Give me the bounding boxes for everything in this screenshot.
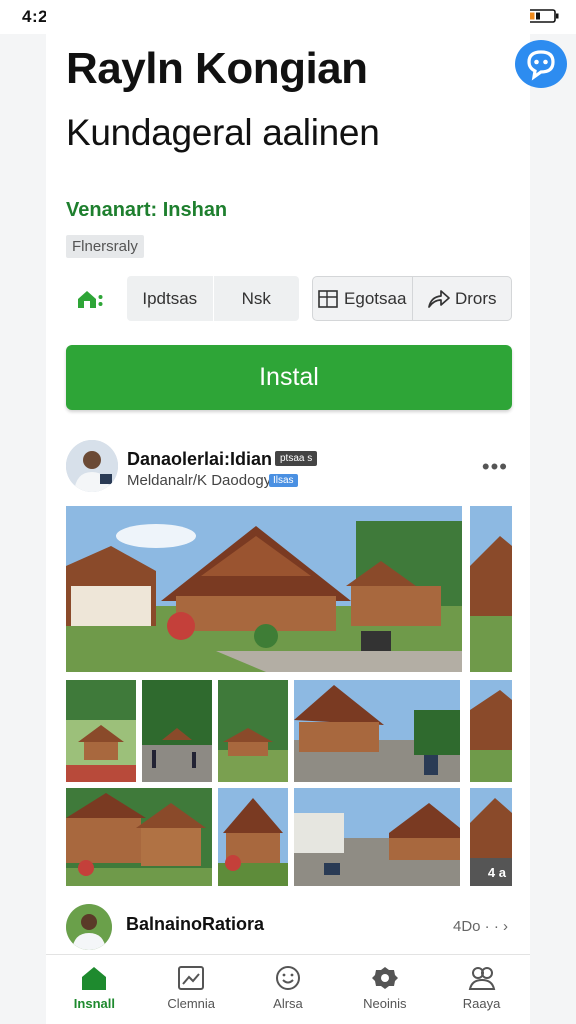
- tab-clemnia-label: Clemnia: [167, 995, 216, 1011]
- bottom-tab-bar: Insnall Clemnia Alrsa Neoinis Raaya: [46, 954, 530, 1020]
- post-header-2: BalnainoRatiora 4Do · · ›: [66, 904, 512, 954]
- segment-updates[interactable]: Ipdtsas: [127, 276, 213, 321]
- gallery-photo-row2-2[interactable]: [142, 680, 212, 782]
- category-chip[interactable]: Flnersraly: [66, 235, 144, 258]
- gallery-photo-row2-4[interactable]: [294, 680, 460, 782]
- photo-gallery: 4 a: [66, 506, 512, 886]
- grid-icon: [318, 289, 338, 308]
- author-badge: ptsaa s: [275, 451, 318, 466]
- gallery-photo-row3-3[interactable]: [294, 788, 460, 886]
- tab-alrsa-label: Alrsa: [273, 995, 303, 1011]
- gallery-photo-row3-1[interactable]: [66, 788, 212, 886]
- share-arrow-icon: [428, 289, 450, 308]
- gallery-photo-row2-1[interactable]: [66, 680, 136, 782]
- gallery-photo-side-2[interactable]: [470, 680, 512, 782]
- segment-group-right: Egotsaa Drors: [312, 276, 512, 321]
- segment-drors[interactable]: Drors: [411, 277, 512, 320]
- tab-clemnia[interactable]: Clemnia: [143, 955, 240, 1020]
- image-frame-icon: [178, 965, 205, 990]
- avatar-2[interactable]: [66, 904, 112, 950]
- segment-group-left: Ipdtsas Nsk: [127, 276, 299, 321]
- home-icon[interactable]: [76, 288, 104, 310]
- people-icon: [468, 966, 495, 990]
- gallery-photo-row3-2[interactable]: [218, 788, 288, 886]
- more-horizontal-icon[interactable]: •••: [482, 454, 508, 480]
- post-2-author[interactable]: BalnainoRatiora: [126, 914, 264, 935]
- tab-alrsa[interactable]: Alrsa: [240, 955, 337, 1020]
- post-subtitle: Meldanalr/K Daodogy: [127, 472, 272, 489]
- segment-drors-label: Drors: [454, 288, 497, 308]
- smile-circle-icon: [275, 965, 300, 990]
- post-author[interactable]: Danaolerlai:Idian: [127, 449, 272, 470]
- more-photos-count: 4 a: [487, 865, 506, 880]
- tab-neoinis[interactable]: Neoinis: [336, 955, 433, 1020]
- tab-neoinis-label: Neoinis: [363, 995, 407, 1011]
- gallery-photo-side-1[interactable]: [470, 506, 512, 672]
- app-title: Rayln Kongian: [66, 44, 368, 93]
- post-header: Danaolerlai:Idian ptsaa s Meldanalr/K Da…: [66, 440, 512, 494]
- avatar[interactable]: [66, 440, 118, 492]
- gallery-photo-row2-3[interactable]: [218, 680, 288, 782]
- assistant-button[interactable]: [515, 40, 567, 88]
- assistant-icon: [527, 50, 555, 81]
- settings-gear-icon: [371, 966, 398, 989]
- tab-install[interactable]: Insnall: [46, 955, 143, 1020]
- subtitle-badge: Ilsas: [269, 474, 298, 487]
- gallery-photo-main[interactable]: [66, 506, 462, 672]
- app-subtitle: Kundageral aalinen: [66, 112, 380, 153]
- segment-egotsaa-label: Egotsaa: [344, 288, 407, 308]
- gallery-photo-side-3[interactable]: 4 a: [470, 788, 512, 886]
- avatar-photo: [66, 440, 118, 492]
- avatar-2-photo: [66, 904, 112, 950]
- segment-egotsaa[interactable]: Egotsaa: [313, 277, 412, 320]
- tab-install-label: Insnall: [73, 995, 115, 1011]
- post-2-count[interactable]: 4Do · · ›: [453, 918, 508, 935]
- meta-row: Ipdtsas Nsk Egotsaa Drors: [66, 276, 512, 322]
- tab-raaya[interactable]: Raaya: [433, 955, 530, 1020]
- home-icon: [82, 966, 107, 990]
- install-button[interactable]: Instal: [66, 345, 512, 410]
- developer-link[interactable]: Venanart: Inshan: [66, 199, 227, 222]
- tab-raaya-label: Raaya: [462, 995, 501, 1011]
- segment-nsk[interactable]: Nsk: [212, 276, 300, 321]
